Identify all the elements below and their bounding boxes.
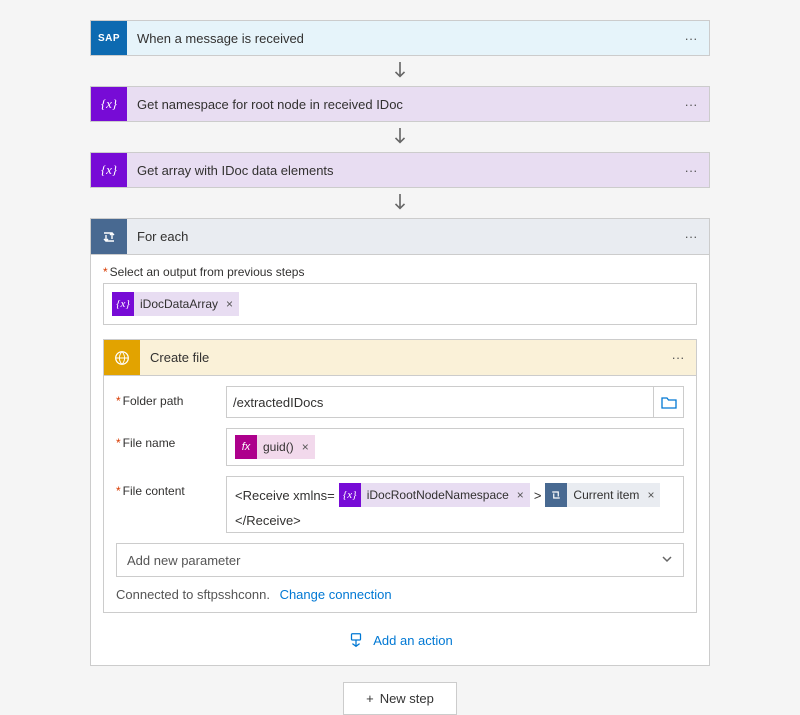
foreach-title: For each [127,219,673,254]
token-remove[interactable]: × [515,483,530,507]
output-label: Select an output from previous steps [103,265,697,279]
token-namespace[interactable]: {x} iDocRootNodeNamespace × [339,483,530,507]
trigger-title: When a message is received [127,21,673,55]
loop-icon [545,483,567,507]
add-action-button[interactable]: Add an action [103,631,697,649]
chevron-down-icon [661,553,673,568]
sap-icon: SAP [91,21,127,55]
loop-icon [91,219,127,254]
file-name-label: File name [116,428,226,450]
variable-icon: {x} [339,483,361,507]
variable-step-1[interactable]: {x} Get namespace for root node in recei… [90,86,710,122]
folder-path-label: Folder path [116,386,226,408]
folder-picker-button[interactable] [654,386,684,418]
variable-icon: {x} [112,292,134,316]
sftp-icon [104,340,140,375]
step1-title: Get namespace for root node in received … [127,87,673,121]
arrow-icon [90,192,710,214]
file-content-label: File content [116,476,226,498]
arrow-icon [90,60,710,82]
create-file-header[interactable]: Create file ··· [104,340,696,376]
token-remove[interactable]: × [300,435,315,459]
new-step-container: +New step [90,682,710,715]
token-remove[interactable]: × [645,483,660,507]
foreach-container: For each ··· Select an output from previ… [90,218,710,666]
fx-icon: fx [235,435,257,459]
file-content-input[interactable]: <Receive xmlns= {x} iDocRootNodeNamespac… [226,476,684,533]
variable-icon: {x} [91,87,127,121]
foreach-output-input[interactable]: {x} iDocDataArray × [103,283,697,325]
create-file-menu[interactable]: ··· [660,340,696,375]
plus-icon: + [366,691,374,706]
step2-title: Get array with IDoc data elements [127,153,673,187]
variable-icon: {x} [91,153,127,187]
token-remove[interactable]: × [224,292,239,316]
create-file-title: Create file [140,340,660,375]
step2-menu[interactable]: ··· [673,153,709,187]
change-connection-link[interactable]: Change connection [280,587,392,602]
variable-step-2[interactable]: {x} Get array with IDoc data elements ··… [90,152,710,188]
file-name-input[interactable]: fx guid() × [226,428,684,466]
token-current-item[interactable]: Current item × [545,483,660,507]
foreach-header[interactable]: For each ··· [91,219,709,255]
foreach-menu[interactable]: ··· [673,219,709,254]
step1-menu[interactable]: ··· [673,87,709,121]
add-action-icon [347,631,365,649]
trigger-menu[interactable]: ··· [673,21,709,55]
token-idocdataarray[interactable]: {x} iDocDataArray × [112,292,239,316]
folder-path-input[interactable]: /extractedIDocs [226,386,654,418]
connection-info: Connected to sftpsshconn. Change connect… [116,587,684,602]
new-step-button[interactable]: +New step [343,682,457,715]
add-parameter-dropdown[interactable]: Add new parameter [116,543,684,577]
arrow-icon [90,126,710,148]
token-guid[interactable]: fx guid() × [235,435,315,459]
create-file-card: Create file ··· Folder path /extractedID… [103,339,697,613]
trigger-card[interactable]: SAP When a message is received ··· [90,20,710,56]
